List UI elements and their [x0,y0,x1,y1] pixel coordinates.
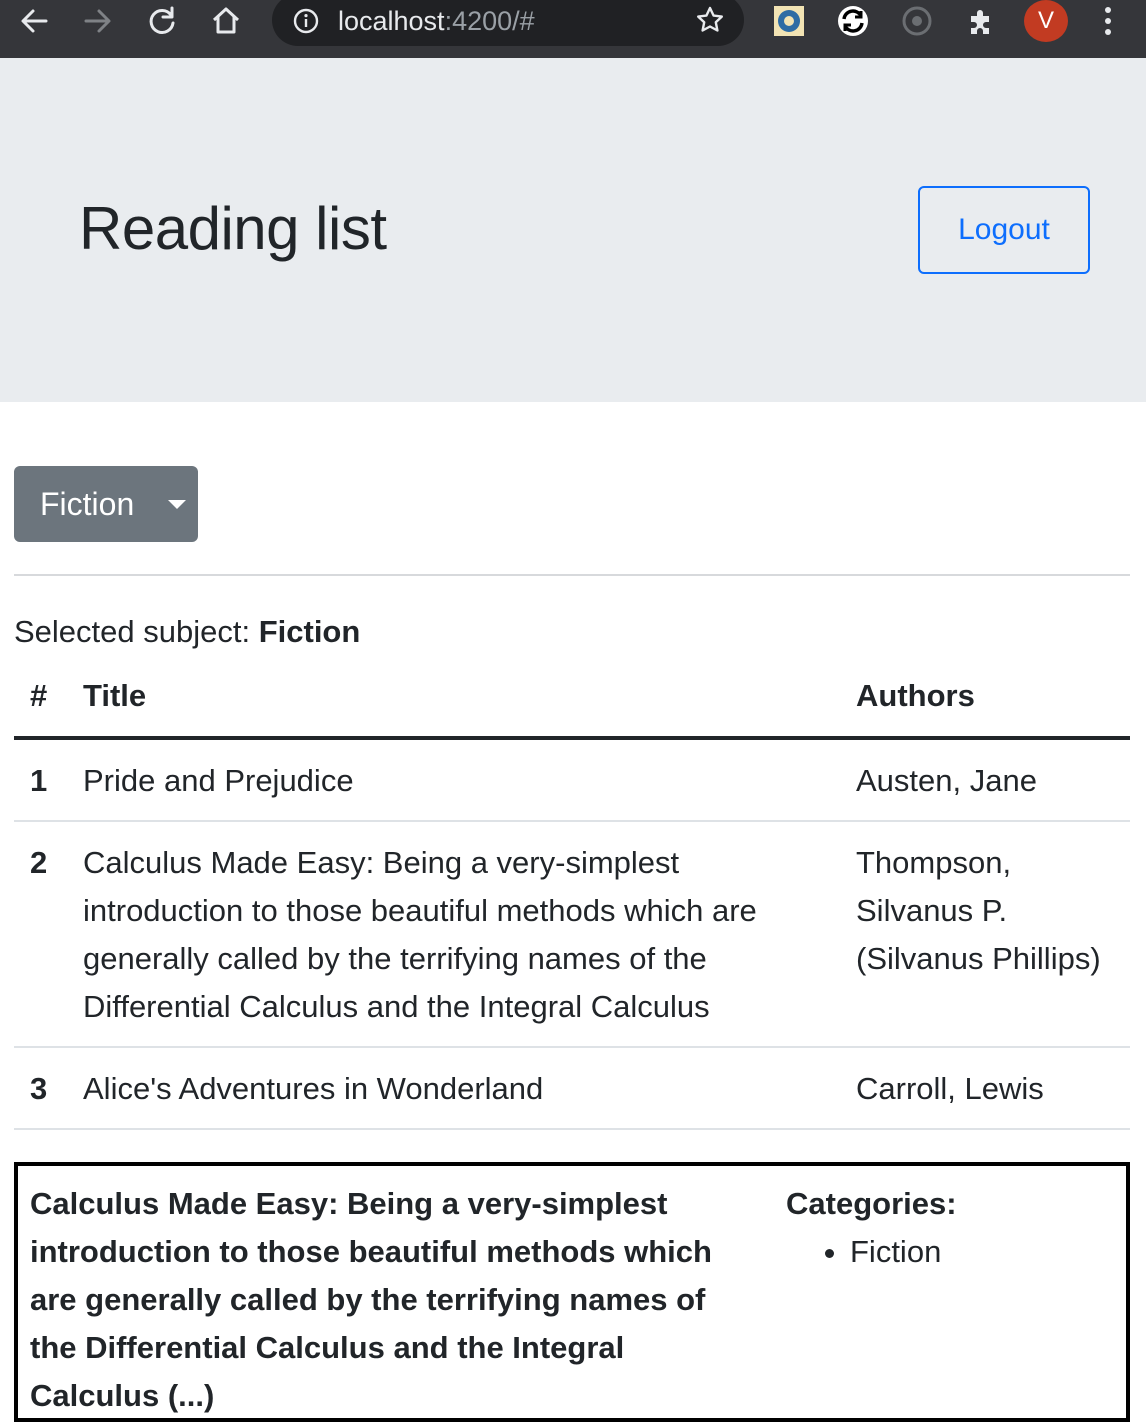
address-bar[interactable]: localhost:4200/# [272,0,744,46]
subject-dropdown-label: Fiction [40,485,135,522]
row-number: 1 [30,763,48,798]
column-header-title: Title [83,678,147,713]
home-icon[interactable] [208,4,244,38]
page-title: Reading list [79,195,387,262]
url-host: localhost [338,6,445,36]
row-divider [14,1046,1130,1048]
url-path: :4200/# [444,6,535,36]
column-header-authors: Authors [856,678,975,713]
subject-dropdown-button[interactable]: Fiction [14,466,198,542]
selected-subject-value: Fiction [258,614,361,649]
avatar[interactable]: V [1024,0,1068,42]
row-number: 2 [30,845,48,880]
book-title[interactable]: Alice's Adventures in Wonderland [83,1065,828,1113]
book-title[interactable]: Pride and Prejudice [83,757,828,805]
divider [14,574,1130,576]
menu-icon[interactable] [1100,6,1116,41]
row-number: 3 [30,1071,48,1106]
star-icon[interactable] [694,4,726,41]
extension-icon-3[interactable] [900,4,934,38]
book-author: Carroll, Lewis [856,1071,1044,1106]
categories-list: Fiction [808,1228,941,1276]
categories-label: Categories: [786,1186,957,1221]
reload-icon[interactable] [144,4,180,38]
extension-icon[interactable] [964,4,998,38]
row-divider [14,820,1130,822]
book-detail-panel: Calculus Made Easy: Being a very-simples… [14,1162,1130,1422]
info-icon[interactable] [292,7,320,40]
selected-subject-label: Selected subject: [14,614,259,649]
url-text: localhost:4200/# [338,6,535,37]
browser-toolbar: localhost:4200/# V [0,0,1146,58]
row-divider [14,1128,1130,1130]
page-header: Reading list Logout [0,58,1146,402]
back-icon[interactable] [16,4,52,38]
logout-button[interactable]: Logout [918,186,1090,274]
forward-icon[interactable] [80,4,116,38]
book-author: Austen, Jane [856,763,1037,798]
extension-icon-2[interactable] [836,4,870,38]
column-header-number: # [30,678,48,713]
book-title[interactable]: Calculus Made Easy: Being a very-simples… [83,839,828,1031]
detail-title: Calculus Made Easy: Being a very-simples… [30,1186,712,1413]
book-author: Thompson, Silvanus P. (Silvanus Phillips… [856,845,1101,976]
chevron-down-icon [168,500,186,509]
extension-icon-1[interactable] [772,4,806,38]
category-item: Fiction [850,1228,941,1276]
table-header-rule [14,736,1130,740]
selected-subject: Selected subject: Fiction [14,614,360,650]
